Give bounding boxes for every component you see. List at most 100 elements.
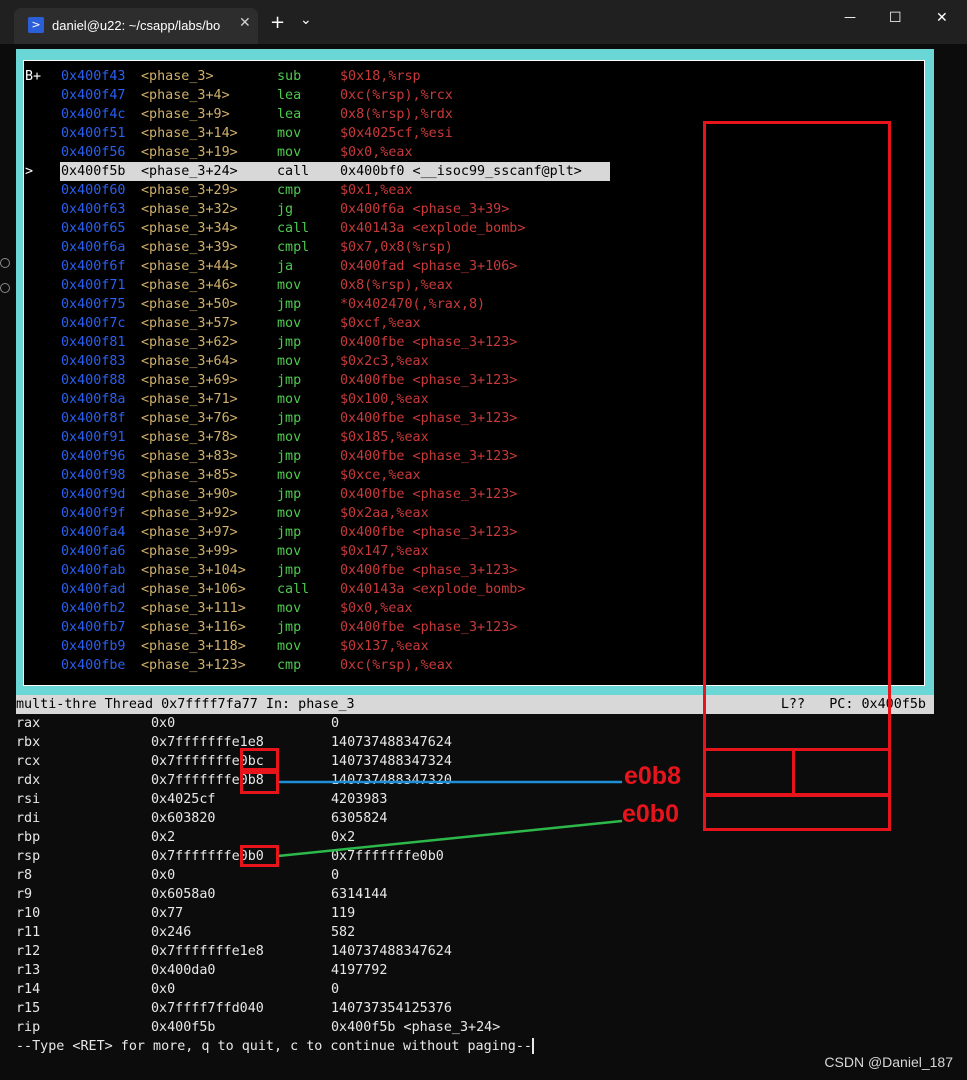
asm-address: 0x400f51 xyxy=(61,126,126,141)
asm-address: 0x400f83 xyxy=(61,354,126,369)
asm-address: 0x400f9f xyxy=(61,506,126,521)
asm-address: 0x400f96 xyxy=(61,449,126,464)
asm-mnemonic: jg xyxy=(277,202,294,217)
asm-address: 0x400f56 xyxy=(61,145,126,160)
asm-operands: $0x137,%eax xyxy=(340,639,429,654)
asm-address: 0x400f71 xyxy=(61,278,126,293)
highlight-rsp-e0b0 xyxy=(240,845,279,867)
register-natural: 4197792 xyxy=(331,963,388,978)
asm-address: 0x400f5b xyxy=(61,164,126,179)
asm-symbol: <phase_3+85> xyxy=(141,468,238,483)
asm-mnemonic: call xyxy=(277,164,310,179)
register-name: r15 xyxy=(16,1001,41,1016)
asm-operands: 0x400fbe <phase_3+123> xyxy=(340,563,518,578)
minimize-button[interactable]: — xyxy=(844,10,856,24)
asm-address: 0x400f6f xyxy=(61,259,126,274)
register-natural: 582 xyxy=(331,925,356,940)
asm-address: 0x400fa6 xyxy=(61,544,126,559)
register-hex: 0x603820 xyxy=(151,811,216,826)
asm-symbol: <phase_3+29> xyxy=(141,183,238,198)
register-hex: 0x246 xyxy=(151,925,192,940)
maximize-button[interactable]: ☐ xyxy=(889,10,902,26)
asm-symbol: <phase_3+57> xyxy=(141,316,238,331)
asm-operands: 0x40143a <explode_bomb> xyxy=(340,582,526,597)
register-hex: 0x4025cf xyxy=(151,792,216,807)
asm-address: 0x400f60 xyxy=(61,183,126,198)
asm-operands: 0x400fbe <phase_3+123> xyxy=(340,620,518,635)
new-tab-button[interactable]: + xyxy=(270,12,285,33)
register-natural: 140737488347320 xyxy=(331,773,452,788)
register-name: rdi xyxy=(16,811,41,826)
asm-operands: 0x400fbe <phase_3+123> xyxy=(340,411,518,426)
register-name: rdx xyxy=(16,773,41,788)
register-hex: 0x7ffff7ffd040 xyxy=(151,1001,264,1016)
asm-address: 0x400f98 xyxy=(61,468,126,483)
tab-close-icon[interactable]: ✕ xyxy=(239,15,251,31)
register-name: rbx xyxy=(16,735,41,750)
asm-mnemonic: lea xyxy=(277,107,302,122)
stack-diagram-box xyxy=(703,121,891,831)
register-natural: 140737488347624 xyxy=(331,735,452,750)
asm-mnemonic: call xyxy=(277,221,310,236)
register-name: r14 xyxy=(16,982,41,997)
register-natural: 140737488347324 xyxy=(331,754,452,769)
highlight-rcx-e0bc xyxy=(240,748,279,771)
register-natural: 4203983 xyxy=(331,792,388,807)
asm-symbol: <phase_3+92> xyxy=(141,506,238,521)
asm-address: 0x400f4c xyxy=(61,107,126,122)
asm-symbol: <phase_3+118> xyxy=(141,639,246,654)
arrow-line-e0b0 xyxy=(277,819,623,858)
asm-mnemonic: mov xyxy=(277,278,302,293)
close-window-button[interactable]: ✕ xyxy=(936,10,948,26)
asm-symbol: <phase_3+4> xyxy=(141,88,230,103)
stack-slot-divider xyxy=(792,748,795,796)
asm-mnemonic: jmp xyxy=(277,620,302,635)
asm-symbol: <phase_3+32> xyxy=(141,202,238,217)
register-natural: 0x2 xyxy=(331,830,356,845)
asm-operands: $0x147,%eax xyxy=(340,544,429,559)
asm-operands: $0x1,%eax xyxy=(340,183,413,198)
asm-symbol: <phase_3+123> xyxy=(141,658,246,673)
asm-symbol: <phase_3+34> xyxy=(141,221,238,236)
asm-mnemonic: jmp xyxy=(277,411,302,426)
asm-operands: 0x400fbe <phase_3+123> xyxy=(340,487,518,502)
asm-operands: 0xc(%rsp),%eax xyxy=(340,658,453,673)
pager-prompt[interactable]: --Type <RET> for more, q to quit, c to c… xyxy=(16,1037,534,1057)
window-title-bar: > daniel@u22: ~/csapp/labs/bo ✕ + ⌄ — ☐ … xyxy=(0,0,967,44)
asm-mnemonic: mov xyxy=(277,468,302,483)
register-name: rcx xyxy=(16,754,41,769)
asm-operands: 0x400fbe <phase_3+123> xyxy=(340,373,518,388)
register-hex: 0x400f5b xyxy=(151,1020,216,1035)
asm-mnemonic: jmp xyxy=(277,525,302,540)
asm-symbol: <phase_3+39> xyxy=(141,240,238,255)
register-hex: 0x7fffffffe1e8 xyxy=(151,944,264,959)
asm-address: 0x400fb7 xyxy=(61,620,126,635)
register-hex: 0x0 xyxy=(151,982,176,997)
terminal-tab[interactable]: > daniel@u22: ~/csapp/labs/bo ✕ xyxy=(14,8,258,44)
asm-mnemonic: jmp xyxy=(277,487,302,502)
register-name: r10 xyxy=(16,906,41,921)
asm-operands: $0x0,%eax xyxy=(340,145,413,160)
asm-symbol: <phase_3+64> xyxy=(141,354,238,369)
asm-mnemonic: lea xyxy=(277,88,302,103)
asm-operands: 0x40143a <explode_bomb> xyxy=(340,221,526,236)
asm-symbol: <phase_3+90> xyxy=(141,487,238,502)
asm-address: 0x400f75 xyxy=(61,297,126,312)
asm-symbol: <phase_3+24> xyxy=(141,164,238,179)
asm-mnemonic: jmp xyxy=(277,449,302,464)
register-name: rsp xyxy=(16,849,41,864)
highlight-rdx-e0b8 xyxy=(240,771,279,794)
asm-address: 0x400f8f xyxy=(61,411,126,426)
asm-symbol: <phase_3+76> xyxy=(141,411,238,426)
asm-address: 0x400f65 xyxy=(61,221,126,236)
asm-address: 0x400f9d xyxy=(61,487,126,502)
asm-operands: $0x100,%eax xyxy=(340,392,429,407)
tab-dropdown-icon[interactable]: ⌄ xyxy=(300,12,312,28)
register-name: r11 xyxy=(16,925,41,940)
edge-circle-icon xyxy=(0,283,10,293)
asm-mnemonic: mov xyxy=(277,506,302,521)
asm-address: 0x400f6a xyxy=(61,240,126,255)
asm-marker: > xyxy=(25,164,34,179)
asm-operands: *0x402470(,%rax,8) xyxy=(340,297,486,312)
asm-symbol: <phase_3+83> xyxy=(141,449,238,464)
